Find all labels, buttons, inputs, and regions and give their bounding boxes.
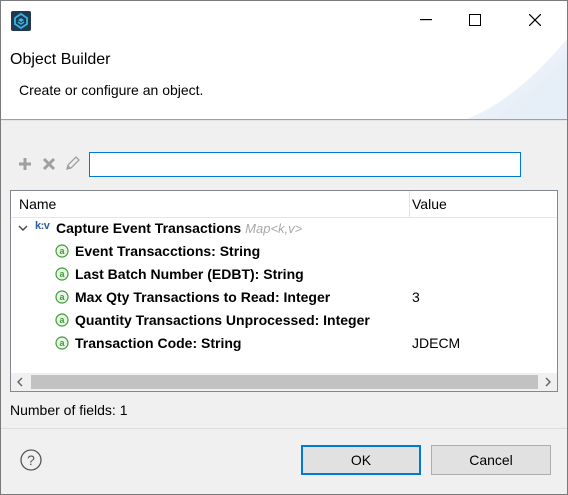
maximize-button[interactable] [452,1,498,39]
table-row[interactable]: a Last Batch Number (EDBT): String [11,263,557,286]
scroll-left-button[interactable] [11,373,29,391]
map-kv-icon: k:v [35,220,50,232]
chevron-right-icon [545,377,551,387]
pencil-icon [66,156,80,170]
table-row[interactable]: a Transaction Code: String JDECM [11,332,557,355]
field-label: Event Transacctions: String [75,243,261,259]
attribute-icon: a [55,244,69,258]
fields-tree-table[interactable]: Name Value k:v Capture Event Transaction… [10,190,558,392]
field-label: Max Qty Transactions to Read: Integer [75,289,331,305]
scroll-thumb[interactable] [31,375,538,389]
chevron-down-icon[interactable] [18,223,28,233]
cancel-button[interactable]: Cancel [431,445,551,475]
minimize-icon [420,19,432,21]
object-builder-dialog: Object Builder Create or configure an ob… [0,0,568,495]
add-button[interactable] [16,155,34,173]
dialog-title: Object Builder [10,51,111,68]
column-header-name[interactable]: Name [19,196,56,212]
svg-text:?: ? [27,452,35,468]
chevron-left-icon [17,377,23,387]
attribute-icon: a [55,336,69,350]
table-row[interactable]: a Event Transacctions: String [11,240,557,263]
maximize-icon [469,14,481,26]
field-value[interactable]: 3 [412,289,420,305]
help-icon[interactable]: ? [20,449,42,471]
root-type: Map<k,v> [245,221,303,236]
dialog-message: Create or configure an object. [19,82,204,98]
field-label: Last Batch Number (EDBT): String [75,266,304,282]
table-row[interactable]: a Max Qty Transactions to Read: Integer … [11,286,557,309]
scroll-right-button[interactable] [539,373,557,391]
edit-button[interactable] [63,155,81,173]
table-row[interactable]: a Quantity Transactions Unprocessed: Int… [11,309,557,332]
field-label: Transaction Code: String [75,335,242,351]
tree-root-row[interactable]: k:v Capture Event Transactions Map<k,v> [11,217,557,240]
delete-button[interactable] [40,155,58,173]
attribute-icon: a [55,267,69,281]
ok-button[interactable]: OK [301,445,421,475]
root-label: Capture Event Transactions Map<k,v> [56,220,302,236]
plus-icon [19,158,31,170]
column-divider[interactable] [409,191,410,217]
title-bar [1,1,567,39]
field-label: Quantity Transactions Unprocessed: Integ… [75,312,370,328]
minimize-button[interactable] [403,1,449,39]
field-value[interactable]: JDECM [412,335,460,351]
attribute-icon: a [55,313,69,327]
close-button[interactable] [512,1,558,39]
column-header-value[interactable]: Value [412,196,447,212]
delete-x-icon [42,157,56,171]
filter-input[interactable] [89,152,521,177]
table-header: Name Value [11,191,557,218]
field-count-status: Number of fields: 1 [10,402,128,418]
horizontal-scrollbar[interactable] [11,373,557,391]
close-icon [529,14,541,26]
app-logo-icon [11,11,31,31]
root-name: Capture Event Transactions [56,220,242,236]
banner-decoration [467,39,567,119]
attribute-icon: a [55,290,69,304]
header-banner: Object Builder Create or configure an ob… [1,39,567,119]
